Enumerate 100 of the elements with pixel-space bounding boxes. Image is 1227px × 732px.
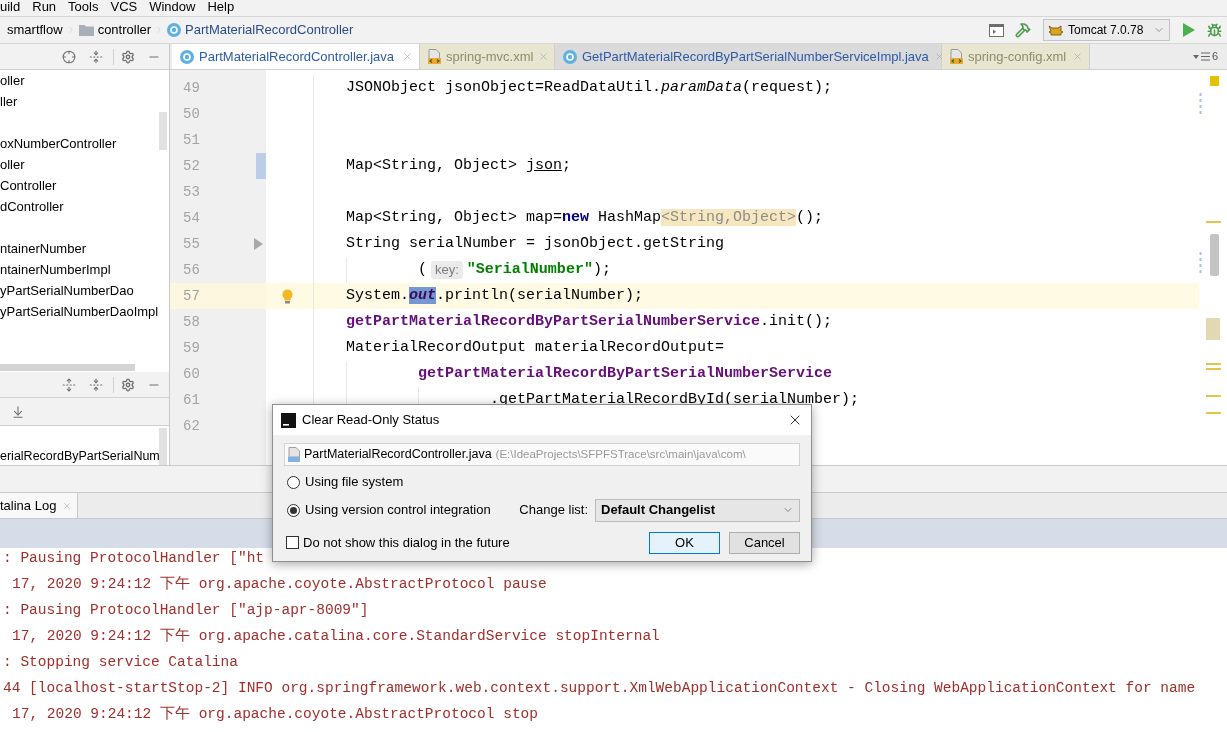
menu-item[interactable]: Run — [32, 0, 57, 14]
line-number: 50 — [183, 105, 200, 123]
tree-item[interactable]: oxNumberController — [0, 135, 117, 152]
ring-icon — [563, 49, 577, 64]
log-line: : Pausing ProtocolHandler ["ht — [3, 550, 265, 566]
menu-item[interactable]: Window — [149, 0, 196, 14]
line-number: 56 — [183, 261, 200, 279]
arrow-down-to-line-icon[interactable] — [11, 404, 25, 419]
tree-item[interactable]: dController — [0, 198, 64, 215]
settings-icon[interactable] — [121, 377, 135, 392]
editor-tab[interactable]: GetPartMaterialRecordByPartSerialNumberServiceImpl.java — [555, 44, 942, 69]
code-line: Map<String, Object> json; — [346, 156, 572, 176]
line-number: 52 — [183, 157, 200, 175]
code-line: JSONObject jsonObject=ReadDataUtil.paramData(request); — [346, 78, 833, 98]
log-line: : Stopping service Catalina — [3, 654, 238, 670]
arrows-from-line-icon[interactable] — [62, 377, 76, 392]
crosshair-icon[interactable] — [62, 49, 76, 64]
tree-item[interactable]: oller — [0, 156, 25, 173]
list-icon — [1200, 52, 1210, 61]
line-number: 59 — [183, 339, 200, 357]
code-line: MaterialRecordOutput materialRecordOutput= — [346, 338, 725, 358]
code-line: Map<String, Object> map=new HashMap<String,Object>(); — [346, 208, 824, 228]
run-tab[interactable]: talina Log — [0, 493, 78, 518]
file-name: PartMaterialRecordController.java — [304, 446, 492, 464]
log-line: : Pausing ProtocolHandler ["ajp-apr-8009"] — [3, 602, 369, 618]
tab-list-button[interactable]: 6 — [1192, 44, 1218, 69]
file-path: (E:\IdeaProjects\SFPFSTrace\src\main\java\com\ — [495, 446, 746, 462]
code-line: System.out.println(serialNumber); — [346, 286, 644, 306]
editor-tab[interactable]: PartMaterialRecordController.java — [172, 44, 420, 69]
log-line: 44 [localhost-startStop-2] INFO org.springframework.web.context.support.XmlWebApplicationContext - Closing WebApplicationContext for name — [3, 680, 1196, 696]
breadcrumb-item[interactable]: controller — [78, 22, 152, 38]
breadcrumb-item[interactable]: smartflow — [7, 22, 63, 38]
code-file-icon — [950, 49, 963, 64]
cat-icon — [1048, 24, 1064, 36]
log-line: 17, 2020 9:24:12 下午 org.apache.coyote.AbstractProtocol stop — [12, 706, 538, 722]
menu-item[interactable]: uild — [0, 0, 21, 14]
tree-item[interactable]: yPartSerialNumberDaoImpl — [0, 303, 159, 320]
bug-icon[interactable] — [1207, 22, 1222, 38]
lightbulb-icon[interactable] — [282, 288, 293, 304]
dashed-stripe-mark — [1199, 251, 1202, 276]
line-number: 55 — [183, 235, 200, 253]
radio-icon[interactable] — [287, 475, 300, 489]
dialog-button[interactable]: Cancel — [729, 531, 800, 554]
run-configuration-dropdown[interactable]: Tomcat 7.0.78 — [1043, 19, 1170, 41]
radio-icon[interactable] — [287, 503, 300, 517]
changelist-dropdown[interactable]: Default Changelist — [595, 498, 800, 522]
code-line: String serialNumber = jsonObject.getString — [346, 234, 725, 254]
ring-icon — [180, 49, 194, 64]
line-number: 53 — [183, 183, 200, 201]
checkbox-option[interactable]: Do not show this dialog in the future — [284, 534, 510, 551]
checkbox-icon[interactable] — [286, 536, 299, 549]
line-number: 62 — [183, 417, 200, 435]
menu-item[interactable]: Tools — [68, 0, 99, 14]
arrows-to-line-icon[interactable] — [89, 377, 103, 392]
file-icon — [288, 447, 300, 462]
log-line: 17, 2020 9:24:12 下午 org.apache.coyote.AbstractProtocol pause — [12, 576, 547, 592]
arrows-to-line-icon[interactable] — [89, 49, 103, 64]
code-line: .getPartMaterialRecordById(serialNumber); — [490, 390, 860, 410]
log-line: 17, 2020 9:24:12 下午 org.apache.catalina.core.StandardService stopInternal — [12, 628, 660, 644]
scrollbar-thumb[interactable] — [159, 112, 167, 150]
tree-item[interactable]: ller — [0, 93, 18, 110]
line-number: 49 — [183, 79, 200, 97]
code-line: getPartMaterialRecordByPartSerialNumberService — [418, 364, 833, 384]
code-text: ); — [592, 260, 611, 280]
tree-item[interactable]: erialRecordByPartSerialNum — [0, 448, 169, 464]
app-logo-icon — [281, 412, 296, 428]
line-number: 58 — [183, 313, 200, 331]
play-icon[interactable] — [1183, 23, 1195, 37]
scrollbar-thumb[interactable] — [1210, 234, 1219, 276]
tree-item[interactable]: ntainerNumber — [0, 240, 86, 257]
menu-item[interactable]: VCS — [110, 0, 138, 14]
radio-option[interactable]: Using version control integration — [284, 502, 491, 518]
scrollbar-thumb[interactable] — [159, 428, 167, 465]
dialog-title: Clear Read-Only Status — [302, 412, 440, 428]
line-number: 61 — [183, 391, 200, 409]
dashed-stripe-mark — [1199, 92, 1202, 117]
tree-item[interactable]: oller — [0, 72, 25, 89]
code-line: getPartMaterialRecordByPartSerialNumberService.init(); — [346, 312, 833, 332]
folder-icon — [78, 24, 94, 36]
line-number: 57 — [183, 287, 200, 305]
field-label: Change list: — [519, 502, 588, 518]
breadcrumb-item[interactable]: PartMaterialRecordController — [167, 22, 354, 38]
code-text: "SerialNumber" — [466, 260, 593, 280]
dialog-button[interactable]: OK — [649, 531, 720, 554]
tree-item[interactable]: Controller — [0, 177, 57, 194]
radio-option[interactable]: Using file system — [284, 474, 404, 490]
scrollbar-thumb[interactable] — [0, 364, 135, 371]
menu-item[interactable]: Help — [207, 0, 235, 14]
line-number: 54 — [183, 209, 200, 227]
ring-icon — [167, 23, 182, 37]
settings-icon[interactable] — [121, 49, 135, 64]
caret-down-icon — [1192, 54, 1199, 59]
tree-item[interactable]: yPartSerialNumberDao — [0, 282, 134, 299]
hammer-icon[interactable] — [1015, 22, 1031, 38]
tree-item[interactable]: ntainerNumberImpl — [0, 261, 111, 278]
window-icon[interactable] — [989, 23, 1004, 37]
line-number: 60 — [183, 365, 200, 383]
stripe-block-mark — [1206, 318, 1220, 340]
triangle-right-icon[interactable] — [254, 238, 263, 250]
code-file-icon — [428, 49, 441, 64]
